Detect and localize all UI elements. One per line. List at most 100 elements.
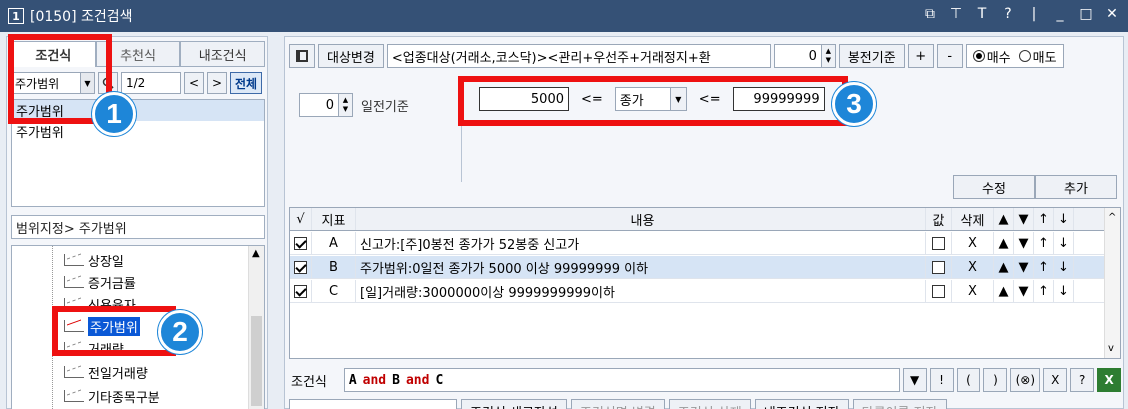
target-summary: <업종대상(거래소,코스닥)><관리+우선주+거래정지+환 (386, 44, 771, 68)
scroll-up-icon[interactable]: ^ (1108, 212, 1116, 223)
open-paren-button[interactable]: ( (956, 368, 981, 392)
col-indicator: 지표 (312, 208, 356, 230)
trade-side-radios: 매수 매도 (965, 44, 1064, 68)
row-key: A (312, 232, 356, 254)
name-field[interactable] (289, 399, 457, 409)
expr-term: B (392, 372, 400, 388)
chart-icon (64, 254, 84, 266)
minimize-icon[interactable]: _ (1052, 6, 1068, 22)
col-bottom: ↓ (1054, 208, 1074, 230)
bong-basis-button[interactable]: 봉전기준 (838, 44, 905, 68)
save-my-condition-button[interactable]: 내조건식 저장 (754, 399, 849, 409)
scroll-thumb[interactable] (251, 316, 262, 406)
day-stepper[interactable]: 0 ▲ ▼ (299, 93, 353, 117)
scroll-down-icon[interactable]: v (1108, 343, 1114, 354)
list-item[interactable]: 주가범위 (12, 121, 264, 142)
row-checkbox[interactable] (294, 284, 307, 298)
edit-buttons: 수정 추가 (953, 175, 1117, 199)
row-content: 신고가:[주]0봉전 종가가 52봉중 신고가 (356, 232, 926, 254)
action-buttons: 조건식 새로작성 조건식명 변경 조건식 삭제 내조건식 저장 다른이름 저장 (289, 399, 1121, 409)
tree-item[interactable]: 전일거래량 (64, 362, 148, 382)
panel-toggle-icon[interactable] (289, 44, 315, 68)
value-checkbox[interactable] (932, 260, 945, 274)
tab-my-condition[interactable]: 내조건식 (180, 41, 266, 67)
target-change-button[interactable]: 대상변경 (318, 44, 384, 68)
rename-condition-button[interactable]: 조건식명 변경 (570, 399, 665, 409)
chart-icon (64, 390, 84, 402)
row-checkbox[interactable] (294, 260, 307, 274)
font-icon[interactable]: T (974, 6, 990, 22)
move-up-icon[interactable]: ▲ (994, 232, 1014, 254)
expr-operator: and (405, 372, 430, 388)
scroll-up-icon[interactable]: ▲ (252, 248, 260, 259)
col-value: 값 (926, 208, 952, 230)
new-condition-button[interactable]: 조건식 새로작성 (461, 399, 567, 409)
close-icon[interactable]: ✕ (1104, 6, 1120, 22)
move-up-icon[interactable]: ▲ (994, 280, 1014, 302)
annotation-badge-3: 3 (832, 82, 876, 126)
row-checkbox[interactable] (294, 236, 307, 250)
radio-buy[interactable]: 매수 (972, 47, 1011, 66)
value-checkbox[interactable] (932, 236, 945, 250)
expr-help-button[interactable]: ? (1070, 368, 1095, 392)
table-row[interactable]: B 주가범위:0일전 종가가 5000 이상 99999999 이하 X ▲ ▼… (290, 256, 1106, 279)
expr-term: C (435, 372, 444, 388)
move-up-icon[interactable]: ▲ (994, 256, 1014, 278)
delete-row-button[interactable]: X (952, 232, 994, 254)
move-bottom-icon[interactable]: ↓ (1054, 232, 1074, 254)
expr-dropdown-button[interactable]: ▼ (902, 368, 927, 392)
pin-icon[interactable]: ⊤ (948, 6, 964, 22)
move-top-icon[interactable]: ↑ (1034, 256, 1054, 278)
condition-grid: √ 지표 내용 값 삭제 ▲ ▼ ↑ ↓ A 신고가:[주]0봉전 종가가 52… (289, 207, 1121, 359)
range-label: 범위지정> 주가범위 (11, 215, 265, 239)
table-row[interactable]: C [일]거래량:3000000이상 9999999999이하 X ▲ ▼ ↑ … (290, 280, 1106, 303)
value-checkbox[interactable] (932, 284, 945, 298)
title-bar: 1 [0150] 조건검색 ⧉ ⊤ T ? | _ □ ✕ (0, 0, 1128, 32)
tree-item[interactable]: 증거금률 (64, 272, 136, 292)
bong-stepper[interactable]: 0 ▲ ▼ (773, 44, 836, 68)
move-down-icon[interactable]: ▼ (1014, 280, 1034, 302)
clear-expr-button[interactable]: X (1043, 368, 1068, 392)
delete-row-button[interactable]: X (952, 256, 994, 278)
move-down-icon[interactable]: ▼ (1014, 232, 1034, 254)
delete-row-button[interactable]: X (952, 280, 994, 302)
edit-button[interactable]: 수정 (953, 175, 1035, 199)
restore-icon[interactable]: ⧉ (922, 6, 938, 22)
radio-sell[interactable]: 매도 (1018, 47, 1057, 66)
excel-icon[interactable]: X (1097, 368, 1122, 392)
col-down: ▼ (1014, 208, 1034, 230)
save-as-button[interactable]: 다른이름 저장 (852, 399, 947, 409)
window-number: 1 (8, 8, 24, 24)
stepper-arrows-icon[interactable]: ▲ ▼ (820, 45, 835, 67)
plus-button[interactable]: + (907, 44, 934, 68)
prev-page-button[interactable]: < (184, 72, 204, 94)
expression-field[interactable]: A and B and C (343, 368, 900, 392)
tree-item[interactable]: 상장일 (64, 250, 124, 270)
grid-scrollbar[interactable]: ^ v (1104, 208, 1120, 358)
xor-button[interactable]: (⊗) (1010, 368, 1041, 392)
add-button[interactable]: 추가 (1035, 175, 1117, 199)
all-button[interactable]: 전체 (230, 72, 262, 94)
row-key: B (312, 256, 356, 278)
move-top-icon[interactable]: ↑ (1034, 280, 1054, 302)
maximize-icon[interactable]: □ (1078, 6, 1094, 22)
col-up: ▲ (994, 208, 1014, 230)
close-paren-button[interactable]: ) (983, 368, 1008, 392)
next-page-button[interactable]: > (207, 72, 227, 94)
delete-condition-button[interactable]: 조건식 삭제 (668, 399, 751, 409)
col-delete: 삭제 (952, 208, 994, 230)
tree-item[interactable]: 기타종목구분 (64, 386, 160, 406)
not-button[interactable]: ! (929, 368, 954, 392)
expression-row: 조건식 A and B and C ▼ ! ( ) (⊗) X ? X (289, 367, 1122, 393)
stepper-arrows-icon[interactable]: ▲ ▼ (338, 94, 352, 116)
help-icon[interactable]: ? (1000, 6, 1016, 22)
window-title: [0150] 조건검색 (30, 9, 133, 25)
move-down-icon[interactable]: ▼ (1014, 256, 1034, 278)
row-content: 주가범위:0일전 종가가 5000 이상 99999999 이하 (356, 256, 926, 278)
move-bottom-icon[interactable]: ↓ (1054, 256, 1074, 278)
move-bottom-icon[interactable]: ↓ (1054, 280, 1074, 302)
table-row[interactable]: A 신고가:[주]0봉전 종가가 52봉중 신고가 X ▲ ▼ ↑ ↓ (290, 232, 1106, 255)
tree-scrollbar[interactable]: ▲ (248, 246, 264, 409)
move-top-icon[interactable]: ↑ (1034, 232, 1054, 254)
minus-button[interactable]: - (936, 44, 963, 68)
